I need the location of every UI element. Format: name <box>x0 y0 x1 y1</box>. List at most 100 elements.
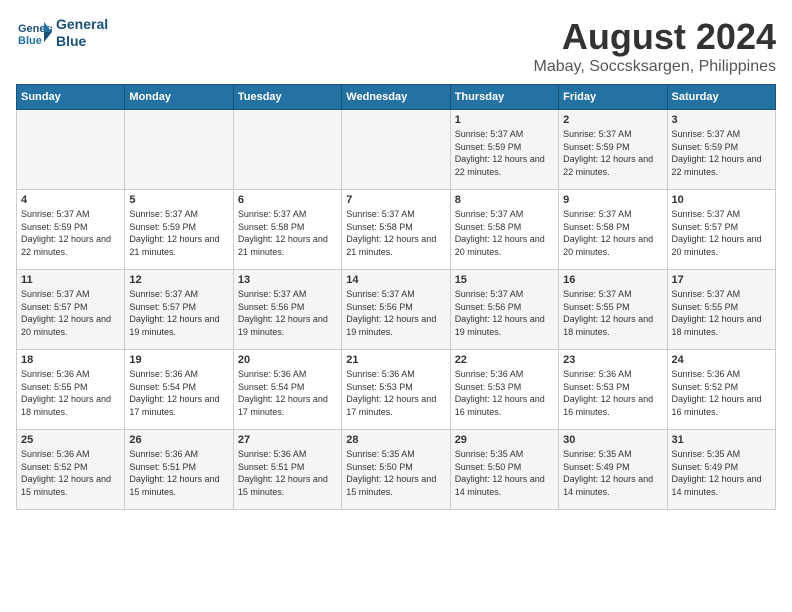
day-info: Sunrise: 5:37 AM Sunset: 5:59 PM Dayligh… <box>672 128 771 178</box>
calendar-cell: 15 Sunrise: 5:37 AM Sunset: 5:56 PM Dayli… <box>450 270 558 350</box>
day-info: Sunrise: 5:35 AM Sunset: 5:50 PM Dayligh… <box>346 448 445 498</box>
day-number: 27 <box>238 434 337 446</box>
calendar-cell <box>17 110 125 190</box>
day-info: Sunrise: 5:37 AM Sunset: 5:59 PM Dayligh… <box>129 208 228 258</box>
calendar-cell: 16Sunrise: 5:37 AM Sunset: 5:55 PM Dayli… <box>559 270 667 350</box>
calendar-cell: 28 Sunrise: 5:35 AM Sunset: 5:50 PM Dayli… <box>342 430 450 510</box>
calendar-cell: 27 Sunrise: 5:36 AM Sunset: 5:51 PM Dayli… <box>233 430 341 510</box>
calendar-cell: 21Sunrise: 5:36 AM Sunset: 5:53 PM Dayli… <box>342 350 450 430</box>
day-info: Sunrise: 5:35 AM Sunset: 5:50 PM Dayligh… <box>455 448 554 498</box>
calendar-cell: 1 Sunrise: 5:37 AM Sunset: 5:59 PM Daylig… <box>450 110 558 190</box>
title-area: August 2024 Mabay, Soccsksargen, Philipp… <box>534 16 777 76</box>
calendar-cell: 3 Sunrise: 5:37 AM Sunset: 5:59 PM Daylig… <box>667 110 775 190</box>
day-info: Sunrise: 5:36 AM Sunset: 5:54 PM Dayligh… <box>129 368 228 418</box>
weekday-header-monday: Monday <box>125 85 233 110</box>
day-info: Sunrise: 5:36 AM Sunset: 5:52 PM Dayligh… <box>672 368 771 418</box>
weekday-header-sunday: Sunday <box>17 85 125 110</box>
calendar-cell: 6Sunrise: 5:37 AM Sunset: 5:58 PM Daylig… <box>233 190 341 270</box>
day-info: Sunrise: 5:36 AM Sunset: 5:55 PM Dayligh… <box>21 368 120 418</box>
day-number: 10 <box>672 194 771 206</box>
day-info: Sunrise: 5:37 AM Sunset: 5:59 PM Dayligh… <box>21 208 120 258</box>
calendar-week-4: 18 Sunrise: 5:36 AM Sunset: 5:55 PM Dayli… <box>17 350 776 430</box>
day-info: Sunrise: 5:37 AM Sunset: 5:58 PM Dayligh… <box>346 208 445 258</box>
day-number: 26 <box>129 434 228 446</box>
day-info: Sunrise: 5:35 AM Sunset: 5:49 PM Dayligh… <box>563 448 662 498</box>
calendar-cell: 5 Sunrise: 5:37 AM Sunset: 5:59 PM Daylig… <box>125 190 233 270</box>
calendar-cell: 11 Sunrise: 5:37 AM Sunset: 5:57 PM Dayli… <box>17 270 125 350</box>
calendar-table: SundayMondayTuesdayWednesdayThursdayFrid… <box>16 84 776 510</box>
day-number: 9 <box>563 194 662 206</box>
day-number: 11 <box>21 274 120 286</box>
logo-text-line1: General <box>56 16 108 33</box>
day-number: 5 <box>129 194 228 206</box>
calendar-cell: 4 Sunrise: 5:37 AM Sunset: 5:59 PM Daylig… <box>17 190 125 270</box>
day-number: 8 <box>455 194 554 206</box>
calendar-week-2: 4 Sunrise: 5:37 AM Sunset: 5:59 PM Daylig… <box>17 190 776 270</box>
day-info: Sunrise: 5:37 AM Sunset: 5:56 PM Dayligh… <box>238 288 337 338</box>
day-number: 3 <box>672 114 771 126</box>
day-number: 17 <box>672 274 771 286</box>
weekday-header-saturday: Saturday <box>667 85 775 110</box>
logo-text-line2: Blue <box>56 33 108 50</box>
day-number: 14 <box>346 274 445 286</box>
calendar-cell: 18 Sunrise: 5:36 AM Sunset: 5:55 PM Dayli… <box>17 350 125 430</box>
day-info: Sunrise: 5:37 AM Sunset: 5:56 PM Dayligh… <box>455 288 554 338</box>
logo: General Blue General Blue <box>16 16 108 50</box>
day-info: Sunrise: 5:37 AM Sunset: 5:57 PM Dayligh… <box>21 288 120 338</box>
day-info: Sunrise: 5:37 AM Sunset: 5:57 PM Dayligh… <box>672 208 771 258</box>
day-info: Sunrise: 5:37 AM Sunset: 5:59 PM Dayligh… <box>455 128 554 178</box>
calendar-cell: 14Sunrise: 5:37 AM Sunset: 5:56 PM Dayli… <box>342 270 450 350</box>
weekday-header-row: SundayMondayTuesdayWednesdayThursdayFrid… <box>17 85 776 110</box>
logo-icon: General Blue <box>16 18 52 48</box>
calendar-week-1: 1 Sunrise: 5:37 AM Sunset: 5:59 PM Daylig… <box>17 110 776 190</box>
day-number: 29 <box>455 434 554 446</box>
page-header: General Blue General Blue August 2024 Ma… <box>16 16 776 76</box>
day-number: 30 <box>563 434 662 446</box>
day-number: 2 <box>563 114 662 126</box>
day-number: 20 <box>238 354 337 366</box>
calendar-cell: 9 Sunrise: 5:37 AM Sunset: 5:58 PM Daylig… <box>559 190 667 270</box>
day-number: 24 <box>672 354 771 366</box>
day-info: Sunrise: 5:36 AM Sunset: 5:51 PM Dayligh… <box>129 448 228 498</box>
calendar-week-5: 25 Sunrise: 5:36 AM Sunset: 5:52 PM Dayli… <box>17 430 776 510</box>
day-info: Sunrise: 5:37 AM Sunset: 5:57 PM Dayligh… <box>129 288 228 338</box>
calendar-cell: 22Sunrise: 5:36 AM Sunset: 5:53 PM Dayli… <box>450 350 558 430</box>
day-number: 4 <box>21 194 120 206</box>
calendar-cell: 19 Sunrise: 5:36 AM Sunset: 5:54 PM Dayli… <box>125 350 233 430</box>
weekday-header-friday: Friday <box>559 85 667 110</box>
day-info: Sunrise: 5:36 AM Sunset: 5:53 PM Dayligh… <box>563 368 662 418</box>
calendar-cell: 30 Sunrise: 5:35 AM Sunset: 5:49 PM Dayli… <box>559 430 667 510</box>
day-number: 15 <box>455 274 554 286</box>
weekday-header-wednesday: Wednesday <box>342 85 450 110</box>
calendar-cell: 8 Sunrise: 5:37 AM Sunset: 5:58 PM Daylig… <box>450 190 558 270</box>
day-number: 23 <box>563 354 662 366</box>
calendar-cell: 2 Sunrise: 5:37 AM Sunset: 5:59 PM Daylig… <box>559 110 667 190</box>
day-number: 28 <box>346 434 445 446</box>
day-info: Sunrise: 5:36 AM Sunset: 5:53 PM Dayligh… <box>455 368 554 418</box>
day-info: Sunrise: 5:37 AM Sunset: 5:55 PM Dayligh… <box>563 288 662 338</box>
calendar-cell: 17 Sunrise: 5:37 AM Sunset: 5:55 PM Dayli… <box>667 270 775 350</box>
calendar-cell <box>233 110 341 190</box>
month-title: August 2024 <box>534 16 777 58</box>
day-number: 12 <box>129 274 228 286</box>
day-info: Sunrise: 5:37 AM Sunset: 5:58 PM Dayligh… <box>455 208 554 258</box>
day-info: Sunrise: 5:36 AM Sunset: 5:52 PM Dayligh… <box>21 448 120 498</box>
day-number: 7 <box>346 194 445 206</box>
weekday-header-thursday: Thursday <box>450 85 558 110</box>
day-number: 18 <box>21 354 120 366</box>
day-info: Sunrise: 5:36 AM Sunset: 5:54 PM Dayligh… <box>238 368 337 418</box>
day-number: 19 <box>129 354 228 366</box>
day-info: Sunrise: 5:36 AM Sunset: 5:51 PM Dayligh… <box>238 448 337 498</box>
day-info: Sunrise: 5:37 AM Sunset: 5:58 PM Dayligh… <box>238 208 337 258</box>
svg-text:Blue: Blue <box>18 35 42 47</box>
weekday-header-tuesday: Tuesday <box>233 85 341 110</box>
day-number: 1 <box>455 114 554 126</box>
day-number: 13 <box>238 274 337 286</box>
day-info: Sunrise: 5:37 AM Sunset: 5:58 PM Dayligh… <box>563 208 662 258</box>
calendar-cell: 31Sunrise: 5:35 AM Sunset: 5:49 PM Dayli… <box>667 430 775 510</box>
day-number: 31 <box>672 434 771 446</box>
day-info: Sunrise: 5:37 AM Sunset: 5:59 PM Dayligh… <box>563 128 662 178</box>
calendar-cell: 29 Sunrise: 5:35 AM Sunset: 5:50 PM Dayli… <box>450 430 558 510</box>
day-number: 25 <box>21 434 120 446</box>
day-info: Sunrise: 5:37 AM Sunset: 5:55 PM Dayligh… <box>672 288 771 338</box>
